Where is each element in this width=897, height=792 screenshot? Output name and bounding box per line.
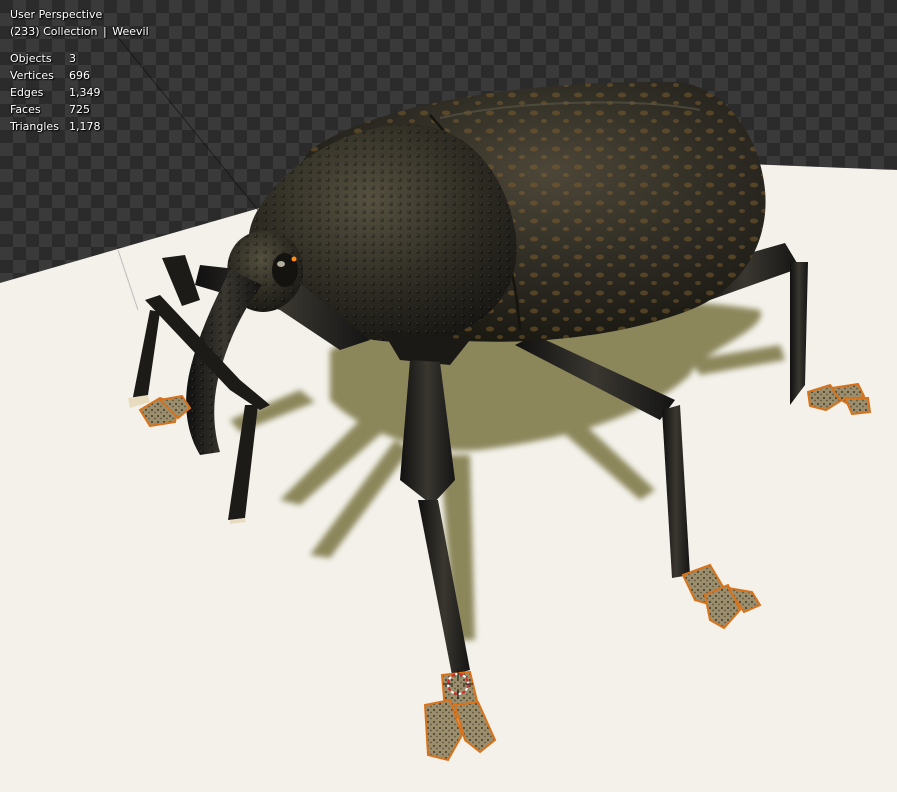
stat-row-objects: Objects 3	[10, 50, 149, 67]
stat-value: 725	[69, 103, 90, 116]
viewport-info-overlay: User Perspective (233) Collection | Weev…	[10, 6, 149, 135]
view-name: User Perspective	[10, 8, 103, 21]
collection-name: Collection	[43, 25, 98, 38]
stat-label: Edges	[10, 86, 44, 99]
stat-row-faces: Faces 725	[10, 101, 149, 118]
scene-statistics: Objects 3 Vertices 696 Edges 1,349 Faces…	[10, 50, 149, 135]
stat-label: Vertices	[10, 69, 54, 82]
stat-value: 3	[69, 52, 76, 65]
stat-value: 1,178	[69, 120, 101, 133]
stat-label: Triangles	[10, 120, 59, 133]
frame-number: (233)	[10, 25, 40, 38]
active-object-name: Weevil	[112, 25, 149, 38]
3d-viewport[interactable]: User Perspective (233) Collection | Weev…	[0, 0, 897, 792]
stat-label: Faces	[10, 103, 41, 116]
stat-row-edges: Edges 1,349	[10, 84, 149, 101]
collection-info: (233) Collection | Weevil	[10, 23, 149, 40]
stat-value: 1,349	[69, 86, 101, 99]
stat-label: Objects	[10, 52, 52, 65]
stat-row-vertices: Vertices 696	[10, 67, 149, 84]
stat-row-triangles: Triangles 1,178	[10, 118, 149, 135]
stat-value: 696	[69, 69, 90, 82]
separator: |	[103, 25, 107, 38]
